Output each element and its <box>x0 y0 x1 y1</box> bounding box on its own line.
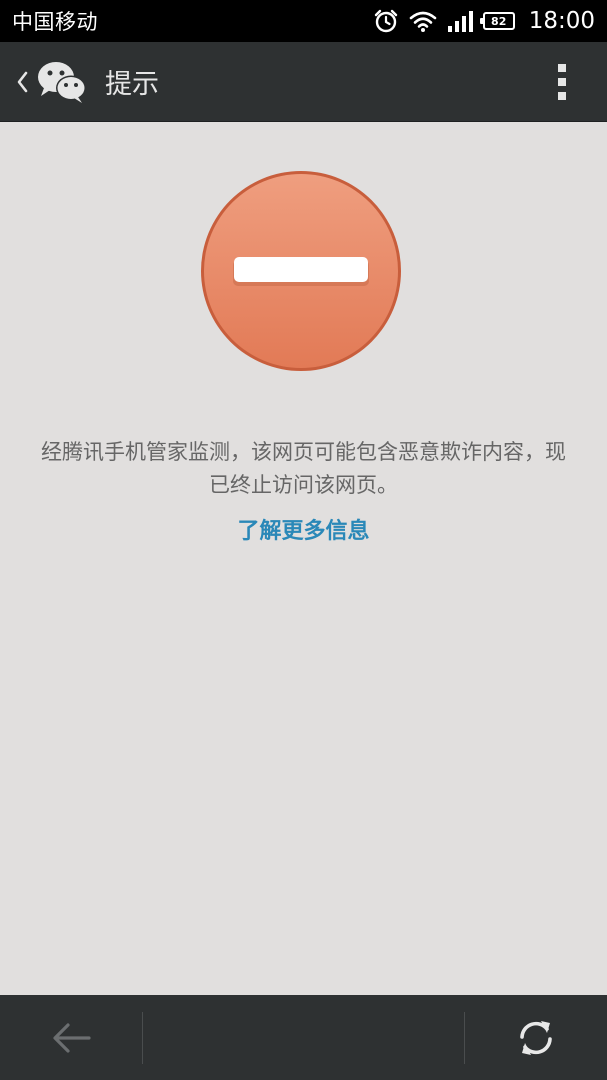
bottom-toolbar <box>0 995 607 1080</box>
alarm-icon <box>373 8 399 34</box>
clock: 18:00 <box>528 8 595 34</box>
menu-dot <box>558 64 566 72</box>
main-content: 经腾讯手机管家监测，该网页可能包含恶意欺诈内容，现已终止访问该网页。 了解更多信… <box>0 123 607 995</box>
refresh-icon[interactable] <box>465 995 607 1080</box>
title-bar: 提示 <box>0 42 607 122</box>
back-chevron-icon[interactable] <box>0 42 36 122</box>
wechat-logo-icon[interactable] <box>36 42 90 122</box>
signal-icon <box>447 10 473 32</box>
warning-message: 经腾讯手机管家监测，该网页可能包含恶意欺诈内容，现已终止访问该网页。 <box>41 440 566 497</box>
carrier-name: 中国移动 <box>12 10 98 34</box>
page-title: 提示 <box>105 69 159 100</box>
battery-icon: 82 <box>479 12 515 30</box>
menu-dot <box>558 78 566 86</box>
menu-dot <box>558 92 566 100</box>
status-icons: 82 18:00 <box>373 8 595 34</box>
blocked-icon <box>200 170 402 372</box>
wifi-icon <box>409 10 437 32</box>
learn-more-link[interactable]: 了解更多信息 <box>0 513 607 545</box>
back-arrow-icon[interactable] <box>0 995 142 1080</box>
more-menu-icon[interactable] <box>557 64 567 100</box>
toolbar-divider <box>142 1012 143 1064</box>
battery-level: 82 <box>491 14 507 28</box>
status-bar: 中国移动 82 18:00 <box>0 0 607 42</box>
